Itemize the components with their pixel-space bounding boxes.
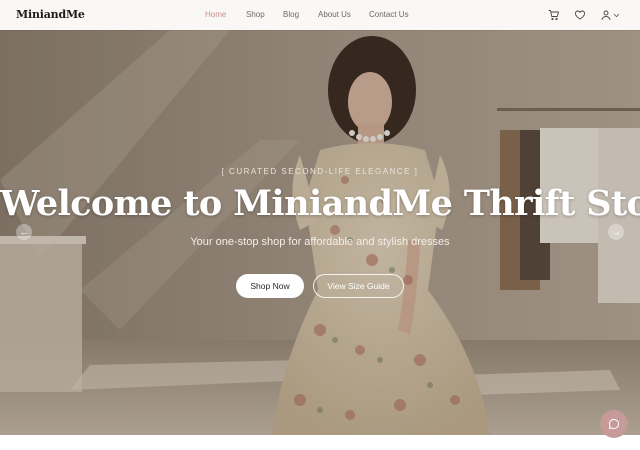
heart-icon[interactable]	[574, 9, 586, 21]
hero-eyebrow: [ CURATED SECOND-LIFE ELEGANCE ]	[221, 167, 419, 176]
nav-home[interactable]: Home	[205, 10, 226, 19]
main-nav: Home Shop Blog About Us Contact Us	[0, 0, 640, 30]
nav-about-us[interactable]: About Us	[318, 10, 351, 19]
arrow-right-icon: →	[611, 227, 621, 237]
nav-contact-us[interactable]: Contact Us	[369, 10, 409, 19]
arrow-left-icon: ←	[19, 227, 29, 237]
user-icon[interactable]	[600, 9, 612, 21]
nav-shop[interactable]: Shop	[246, 10, 265, 19]
chat-icon	[609, 418, 620, 429]
view-size-guide-button[interactable]: View Size Guide	[313, 274, 404, 298]
hero-subheadline: Your one-stop shop for affordable and st…	[190, 236, 450, 248]
hero-section: [ CURATED SECOND-LIFE ELEGANCE ] Welcome…	[0, 30, 640, 435]
page-content-start	[0, 435, 640, 450]
nav-blog[interactable]: Blog	[283, 10, 299, 19]
shop-now-button[interactable]: Shop Now	[236, 274, 304, 298]
hero-overlay	[0, 30, 640, 435]
carousel-next-button[interactable]: →	[608, 224, 624, 240]
chevron-down-icon[interactable]	[612, 9, 621, 21]
site-header: MiniandMe Home Shop Blog About Us Contac…	[0, 0, 640, 30]
carousel-prev-button[interactable]: ←	[16, 224, 32, 240]
hero-headline: Welcome to MiniandMe Thrift Store	[0, 183, 640, 224]
cart-icon[interactable]	[548, 9, 560, 21]
chat-button[interactable]	[600, 410, 628, 438]
